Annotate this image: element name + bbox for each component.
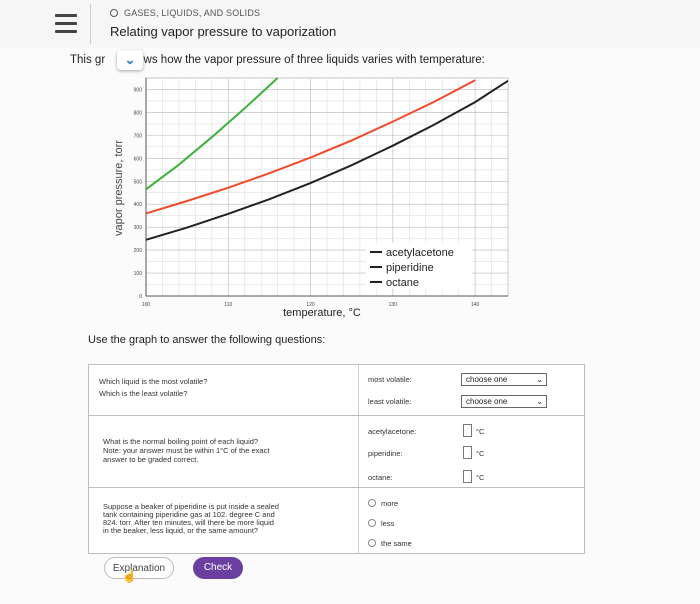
piperidine-unit: °C (476, 449, 485, 458)
piperidine-boiling-input[interactable] (463, 446, 472, 459)
acetylacetone-boiling-input[interactable] (463, 424, 472, 437)
acetylacetone-unit: °C (476, 427, 485, 436)
q3-text-4: in the beaker, less liquid, or the same … (103, 526, 259, 535)
chevron-down-icon: ⌄ (536, 375, 543, 384)
octane-label: octane: (368, 473, 393, 482)
vapor-pressure-chart: 0100200300400500600700800900100 110 120 130… (113, 77, 509, 319)
y-tick-label: 800 (134, 110, 143, 116)
x-tick-label: 110 (224, 302, 232, 308)
x-tick-label: 130 (389, 302, 398, 308)
least-volatile-value: choose one (466, 397, 508, 406)
column-divider (358, 365, 359, 553)
q1-text-2: Which is the least volatile? (99, 389, 188, 398)
acetylacetone-label: acetylacetone: (368, 427, 417, 436)
legend-label-1: acetylacetone (386, 247, 454, 259)
y-tick-label: 0 (139, 294, 142, 300)
q2-text-3: answer to be graded correct. (103, 455, 199, 464)
radio-same[interactable] (368, 539, 376, 547)
questions-intro: Use the graph to answer the following qu… (88, 334, 326, 346)
y-tick-label: 100 (134, 271, 143, 277)
y-tick-label: 700 (134, 133, 143, 139)
row-divider-1 (89, 415, 584, 416)
least-volatile-label: least volatile: (368, 397, 412, 406)
x-tick-label: 100 (142, 302, 151, 308)
radio-less[interactable] (368, 519, 376, 527)
least-volatile-select[interactable]: choose one ⌄ (461, 395, 547, 408)
most-volatile-value: choose one (466, 375, 508, 384)
q2-text-1: What is the normal boiling point of each… (103, 437, 259, 446)
y-tick-label: 400 (134, 202, 143, 208)
check-button[interactable]: Check (193, 557, 243, 579)
radio-more-label: more (381, 499, 399, 508)
hand-cursor-icon: ☝ (122, 569, 137, 583)
x-tick-label: 140 (471, 302, 480, 308)
radio-less-label: less (381, 519, 395, 528)
y-tick-label: 500 (134, 179, 143, 185)
y-tick-label: 900 (134, 87, 143, 93)
q2-text-2: Note: your answer must be within 1°C of … (103, 446, 270, 455)
radio-more[interactable] (368, 499, 376, 507)
legend-label-3: octane (386, 277, 419, 289)
most-volatile-label: most volatile: (368, 375, 412, 384)
q1-text-1: Which liquid is the most volatile? (99, 377, 208, 386)
y-tick-label: 300 (134, 225, 143, 231)
questions-table: Which liquid is the most volatile? Which… (88, 364, 585, 554)
chart-legend: acetylacetone piperidine octane (366, 243, 472, 289)
radio-same-label: the same (381, 539, 412, 548)
most-volatile-select[interactable]: choose one ⌄ (461, 373, 547, 386)
chevron-down-icon: ⌄ (536, 397, 543, 406)
y-tick-label: 600 (134, 156, 143, 162)
piperidine-label: piperidine: (368, 449, 403, 458)
explanation-button[interactable]: Explanation (104, 557, 174, 579)
row-divider-2 (89, 487, 584, 488)
x-axis-label: temperature, °C (283, 307, 361, 319)
y-axis-label: vapor pressure, torr (113, 140, 125, 236)
octane-boiling-input[interactable] (463, 470, 472, 483)
y-tick-label: 200 (134, 248, 143, 254)
legend-label-2: piperidine (386, 262, 434, 274)
octane-unit: °C (476, 473, 485, 482)
